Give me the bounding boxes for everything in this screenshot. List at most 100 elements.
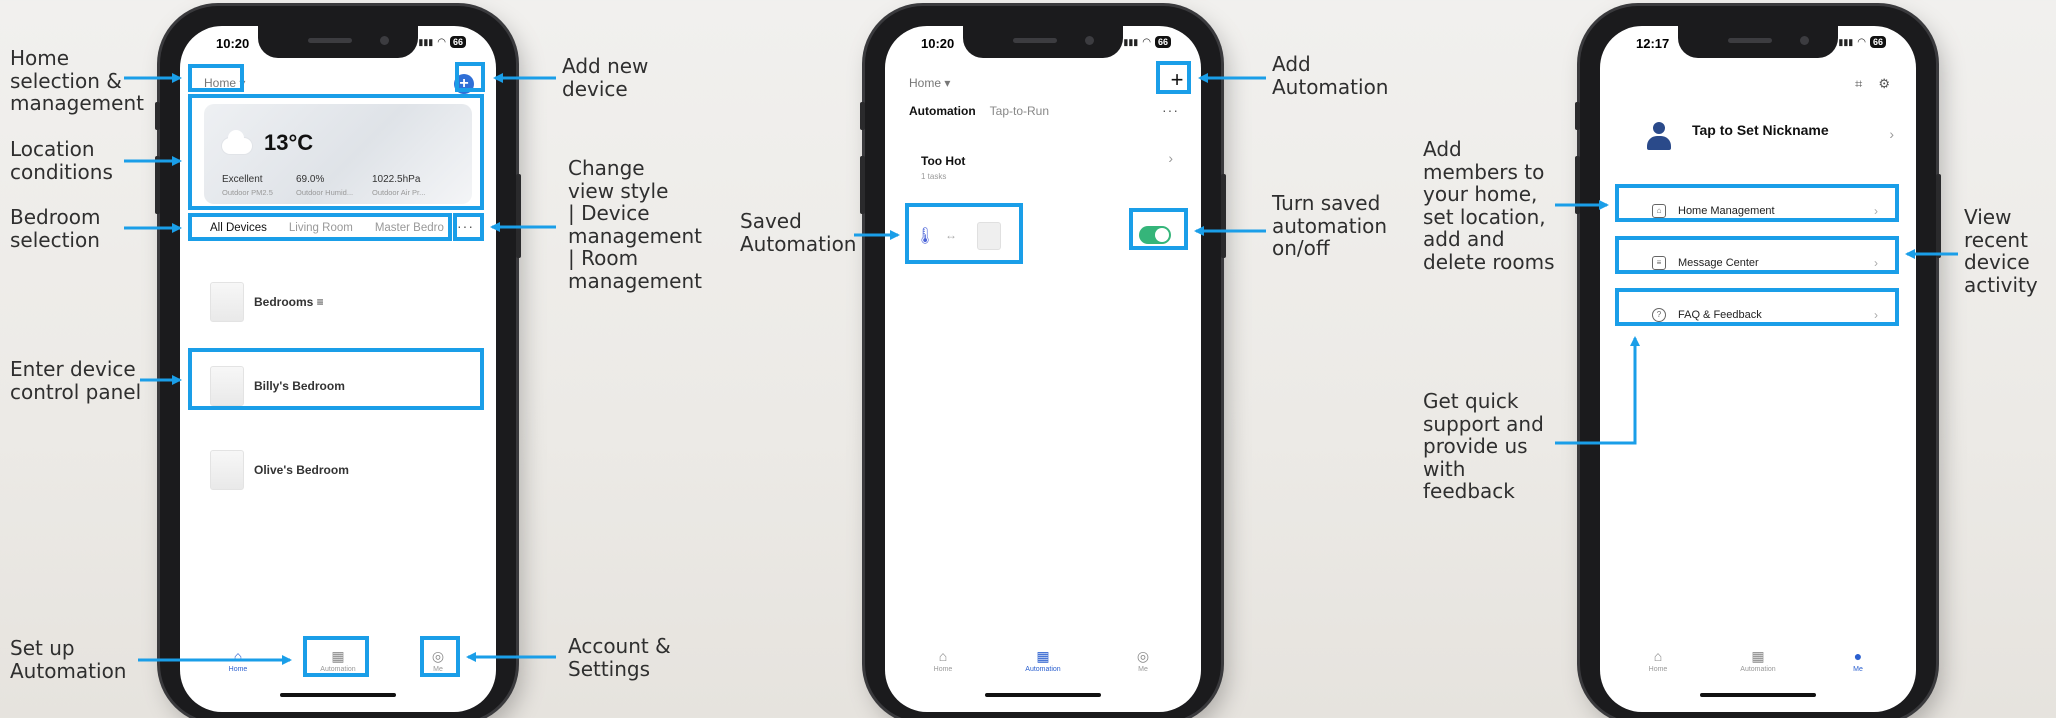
thermometer-icon: 🌡 — [915, 228, 936, 245]
annotation-get-support: Get quick support and provide us with fe… — [1423, 389, 1544, 503]
wifi-icon: ◠ — [1857, 36, 1866, 48]
chevron-right-icon: › — [1874, 204, 1878, 218]
weather-card[interactable]: 13°C Excellent Outdoor PM2.5 69.0% Outdo… — [204, 104, 472, 204]
status-icons: ▮▮▮ ◠ 66 — [1123, 36, 1171, 48]
metric-humidity-label: Outdoor Humid... — [296, 188, 354, 197]
tab-automation[interactable]: ▦ Automation — [1013, 648, 1073, 673]
device-thumbnail — [977, 222, 1001, 250]
annotation-location: Location conditions — [10, 137, 113, 184]
tab-automation[interactable]: ▦ Automation — [308, 648, 368, 673]
status-icons: ▮▮▮ ◠ 66 — [1838, 36, 1886, 48]
tab-me[interactable]: ◎ Me — [408, 648, 468, 673]
device-row-billy[interactable]: Billy's Bedroom — [210, 366, 345, 406]
home-indicator — [280, 693, 396, 697]
annotation-account: Account & Settings — [568, 634, 671, 681]
annotation-turn-saved: Turn saved automation on/off — [1272, 191, 1388, 260]
home-indicator — [1700, 693, 1816, 697]
top-icons: ⌗ ⚙ — [1855, 76, 1890, 92]
automation-toggle[interactable] — [1139, 226, 1171, 244]
tab-all-devices[interactable]: All Devices — [210, 222, 267, 234]
more-options-button[interactable]: ··· — [1162, 102, 1179, 118]
annotation-home-selection: Home selection & management — [10, 46, 144, 115]
message-icon: ≡ — [1652, 256, 1666, 270]
device-row-bedrooms[interactable]: Bedrooms ≡ — [210, 282, 324, 322]
battery-icon: 66 — [1869, 36, 1886, 48]
menu-home-management[interactable]: ⌂ Home Management › — [1642, 194, 1890, 228]
screen-home: 10:20 ▮▮▮ ◠ 66 Home ▾ + 13°C Excellent O… — [180, 26, 496, 712]
plus-circle-icon: + — [459, 75, 469, 92]
battery-icon: 66 — [1154, 36, 1171, 48]
battery-icon: 66 — [449, 36, 466, 48]
device-name: Olive's Bedroom — [254, 463, 349, 477]
add-device-button[interactable]: + — [454, 74, 474, 94]
metric-pm25-label: Outdoor PM2.5 — [222, 188, 273, 197]
room-tabs: All Devices Living Room Master Bedro — [210, 222, 444, 234]
tab-living-room[interactable]: Living Room — [289, 222, 353, 234]
more-options-button[interactable]: ··· — [457, 218, 474, 234]
device-row-olive[interactable]: Olive's Bedroom — [210, 450, 349, 490]
scan-icon[interactable]: ⌗ — [1855, 76, 1862, 92]
automation-tabs: Automation Tap-to-Run — [909, 104, 1049, 118]
user-icon: ◎ — [1136, 648, 1150, 664]
home-selector[interactable]: Home ▾ — [204, 76, 245, 90]
help-icon: ? — [1652, 308, 1666, 322]
automation-icon: ▦ — [1751, 648, 1765, 664]
metric-pressure-label: Outdoor Air Pr... — [372, 188, 426, 197]
menu-message-center[interactable]: ≡ Message Center › — [1642, 246, 1890, 280]
gear-icon[interactable]: ⚙ — [1878, 76, 1890, 92]
chevron-right-icon: › — [1874, 256, 1878, 270]
annotation-change-view: Change view style | Device management | … — [568, 156, 702, 293]
metric-pm25-value: Excellent — [222, 174, 263, 185]
tab-me[interactable]: ● Me — [1828, 648, 1888, 673]
home-icon: ⌂ — [1652, 204, 1666, 218]
wifi-icon: ◠ — [1142, 36, 1151, 48]
saved-automation-card[interactable]: 🌡 ↔ — [909, 218, 1009, 256]
device-name: Bedrooms ≡ — [254, 295, 324, 309]
device-thumbnail — [210, 366, 244, 406]
screen-me: 12:17 ▮▮▮ ◠ 66 ⌗ ⚙ Tap to Set Nickname ›… — [1600, 26, 1916, 712]
metric-pressure-value: 1022.5hPa — [372, 174, 421, 185]
bottom-tabbar: ⌂ Home ▦ Automation ◎ Me — [180, 644, 496, 694]
avatar[interactable] — [1646, 122, 1672, 152]
wifi-icon: ◠ — [437, 36, 446, 48]
tab-master-bedroom[interactable]: Master Bedro — [375, 222, 444, 234]
arrow-both-icon: ↔ — [945, 228, 957, 242]
home-selector[interactable]: Home ▾ — [909, 76, 950, 90]
rule-title[interactable]: Too Hot — [921, 154, 965, 168]
user-icon: ● — [1853, 648, 1863, 664]
temperature: 13°C — [264, 130, 314, 155]
notch — [1678, 26, 1838, 58]
automation-icon: ▦ — [331, 648, 345, 664]
chevron-right-icon: › — [1874, 308, 1878, 322]
tab-tap-to-run[interactable]: Tap-to-Run — [990, 104, 1049, 118]
tab-automation[interactable]: ▦ Automation — [1728, 648, 1788, 673]
add-automation-button[interactable]: + — [1167, 69, 1187, 91]
chevron-right-icon: › — [1889, 126, 1894, 142]
home-indicator — [985, 693, 1101, 697]
status-time: 10:20 — [216, 36, 250, 51]
tab-automation-list[interactable]: Automation — [909, 104, 976, 118]
status-icons: ▮▮▮ ◠ 66 — [418, 36, 466, 48]
bottom-tabbar: ⌂ Home ▦ Automation ◎ Me — [885, 644, 1201, 694]
nickname[interactable]: Tap to Set Nickname — [1692, 122, 1829, 138]
automation-icon: ▦ — [1036, 648, 1050, 664]
tab-home[interactable]: ⌂ Home — [208, 648, 268, 673]
menu-faq-feedback[interactable]: ? FAQ & Feedback › — [1642, 298, 1890, 332]
status-time: 12:17 — [1636, 36, 1670, 51]
screen-automation: 10:20 ▮▮▮ ◠ 66 Home ▾ + Automation Tap-t… — [885, 26, 1201, 712]
annotation-view-recent: View recent device activity — [1964, 205, 2038, 297]
phone-home: 10:20 ▮▮▮ ◠ 66 Home ▾ + 13°C Excellent O… — [155, 6, 521, 718]
tab-home[interactable]: ⌂ Home — [1628, 648, 1688, 673]
tab-home[interactable]: ⌂ Home — [913, 648, 973, 673]
cloud-icon — [222, 130, 252, 154]
annotation-add-members: Add members to your home, set location, … — [1423, 137, 1555, 274]
notch — [963, 26, 1123, 58]
signal-icon: ▮▮▮ — [418, 36, 434, 47]
tab-me[interactable]: ◎ Me — [1113, 648, 1173, 673]
signal-icon: ▮▮▮ — [1838, 36, 1854, 47]
home-icon: ⌂ — [233, 648, 243, 664]
annotation-add-device: Add new device — [562, 54, 649, 101]
annotation-saved-automation: Saved Automation — [740, 209, 857, 256]
phone-me: 12:17 ▮▮▮ ◠ 66 ⌗ ⚙ Tap to Set Nickname ›… — [1575, 6, 1941, 718]
signal-icon: ▮▮▮ — [1123, 36, 1139, 47]
